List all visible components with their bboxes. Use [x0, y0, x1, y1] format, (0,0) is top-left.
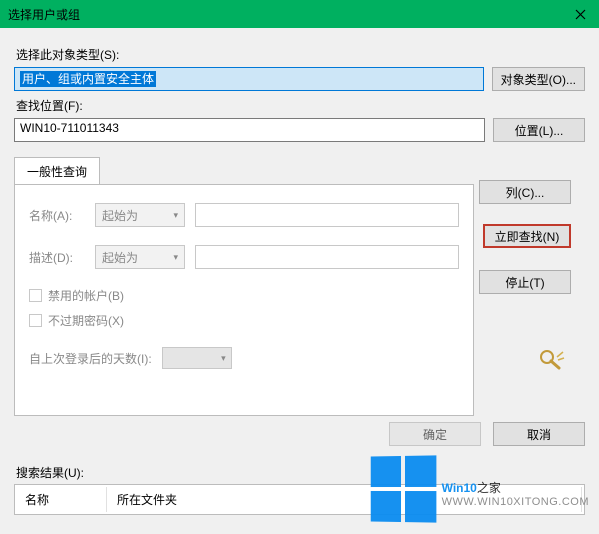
columns-button[interactable]: 列(C)...	[479, 180, 571, 204]
disabled-accounts-checkbox[interactable]	[29, 289, 42, 302]
close-button[interactable]	[561, 0, 599, 28]
description-input[interactable]	[195, 245, 459, 269]
common-queries-panel: 名称(A): 起始为 ▾ 描述(D): 起始为 ▾ 禁用的帐户(B)	[14, 184, 474, 416]
window-title: 选择用户或组	[8, 6, 80, 23]
watermark-title: Win10之家	[442, 470, 589, 497]
stop-button[interactable]: 停止(T)	[479, 270, 571, 294]
close-icon	[575, 9, 586, 20]
non-expiring-checkbox[interactable]	[29, 314, 42, 327]
cancel-button[interactable]: 取消	[493, 422, 585, 446]
name-condition-combo[interactable]: 起始为 ▾	[95, 203, 185, 227]
chevron-down-icon: ▾	[173, 252, 178, 263]
results-col-name[interactable]: 名称	[17, 487, 107, 512]
object-type-label: 选择此对象类型(S):	[16, 46, 585, 63]
object-types-button[interactable]: 对象类型(O)...	[492, 67, 585, 91]
locations-button[interactable]: 位置(L)...	[493, 118, 585, 142]
location-label: 查找位置(F):	[16, 97, 585, 114]
object-type-field[interactable]: 用户、组或内置安全主体	[14, 67, 484, 91]
chevron-down-icon: ▾	[221, 353, 226, 364]
name-label: 名称(A):	[29, 207, 85, 224]
description-label: 描述(D):	[29, 249, 85, 266]
windows-logo-icon	[370, 455, 436, 522]
non-expiring-label: 不过期密码(X)	[48, 312, 124, 329]
description-condition-combo[interactable]: 起始为 ▾	[95, 245, 185, 269]
titlebar: 选择用户或组	[0, 0, 599, 28]
name-input[interactable]	[195, 203, 459, 227]
chevron-down-icon: ▾	[173, 210, 178, 221]
days-since-logon-label: 自上次登录后的天数(I):	[29, 350, 152, 367]
find-now-button[interactable]: 立即查找(N)	[483, 224, 571, 248]
watermark-url: WWW.WIN10XITONG.COM	[442, 497, 589, 509]
disabled-accounts-label: 禁用的帐户(B)	[48, 287, 124, 304]
ok-button[interactable]: 确定	[389, 422, 481, 446]
dialog-body: 选择此对象类型(S): 用户、组或内置安全主体 对象类型(O)... 查找位置(…	[0, 28, 599, 515]
search-icon	[537, 348, 565, 373]
tab-common-queries[interactable]: 一般性查询	[14, 157, 100, 185]
watermark: Win10之家 WWW.WIN10XITONG.COM	[370, 456, 589, 522]
days-since-logon-combo[interactable]: ▾	[162, 347, 232, 369]
location-field[interactable]: WIN10-711011343	[14, 118, 485, 142]
